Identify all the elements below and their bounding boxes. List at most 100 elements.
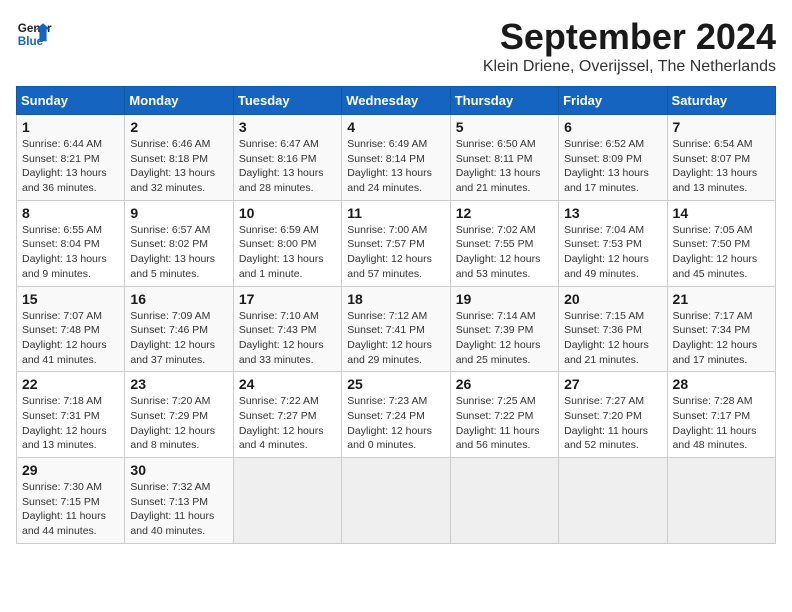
day-info: Sunrise: 6:59 AM Sunset: 8:00 PM Dayligh… [239, 223, 336, 282]
table-row: 7 Sunrise: 6:54 AM Sunset: 8:07 PM Daylig… [667, 115, 775, 201]
calendar-subtitle: Klein Driene, Overijssel, The Netherland… [483, 58, 776, 76]
table-row [233, 458, 341, 544]
day-number: 2 [130, 119, 227, 135]
day-info: Sunrise: 6:47 AM Sunset: 8:16 PM Dayligh… [239, 137, 336, 196]
table-row: 20 Sunrise: 7:15 AM Sunset: 7:36 PM Dayli… [559, 286, 667, 372]
table-row: 6 Sunrise: 6:52 AM Sunset: 8:09 PM Daylig… [559, 115, 667, 201]
day-number: 7 [673, 119, 770, 135]
day-number: 16 [130, 291, 227, 307]
day-info: Sunrise: 6:44 AM Sunset: 8:21 PM Dayligh… [22, 137, 119, 196]
day-number: 1 [22, 119, 119, 135]
calendar-title: September 2024 [483, 16, 776, 58]
table-row: 24Sunrise: 7:22 AM Sunset: 7:27 PM Dayli… [233, 372, 341, 458]
table-row: 16 Sunrise: 7:09 AM Sunset: 7:46 PM Dayli… [125, 286, 233, 372]
header-thursday: Thursday [450, 87, 558, 115]
table-row [450, 458, 558, 544]
day-number: 20 [564, 291, 661, 307]
table-row: 27 Sunrise: 7:27 AM Sunset: 7:20 PM Dayli… [559, 372, 667, 458]
day-info: Sunrise: 7:30 AM Sunset: 7:15 PM Dayligh… [22, 480, 119, 539]
table-row: 29 Sunrise: 7:30 AM Sunset: 7:15 PM Dayli… [17, 458, 125, 544]
table-row: 26 Sunrise: 7:25 AM Sunset: 7:22 PM Dayli… [450, 372, 558, 458]
day-info: Sunrise: 7:09 AM Sunset: 7:46 PM Dayligh… [130, 309, 227, 368]
table-row: 9 Sunrise: 6:57 AM Sunset: 8:02 PM Daylig… [125, 200, 233, 286]
table-row: 5 Sunrise: 6:50 AM Sunset: 8:11 PM Daylig… [450, 115, 558, 201]
table-row: 4Sunrise: 6:49 AM Sunset: 8:14 PM Daylig… [342, 115, 450, 201]
table-row: 23Sunrise: 7:20 AM Sunset: 7:29 PM Dayli… [125, 372, 233, 458]
day-number: 9 [130, 205, 227, 221]
day-info: Sunrise: 7:27 AM Sunset: 7:20 PM Dayligh… [564, 394, 661, 453]
day-number: 22 [22, 376, 119, 392]
day-info: Sunrise: 7:18 AM Sunset: 7:31 PM Dayligh… [22, 394, 119, 453]
table-row: 13 Sunrise: 7:04 AM Sunset: 7:53 PM Dayli… [559, 200, 667, 286]
day-number: 11 [347, 205, 444, 221]
day-number: 25 [347, 376, 444, 392]
day-number: 6 [564, 119, 661, 135]
day-info: Sunrise: 6:52 AM Sunset: 8:09 PM Dayligh… [564, 137, 661, 196]
header: General Blue September 2024 Klein Driene… [16, 16, 776, 76]
table-row: 15 Sunrise: 7:07 AM Sunset: 7:48 PM Dayli… [17, 286, 125, 372]
table-row: 1 Sunrise: 6:44 AM Sunset: 8:21 PM Daylig… [17, 115, 125, 201]
table-row: 2 Sunrise: 6:46 AM Sunset: 8:18 PM Daylig… [125, 115, 233, 201]
day-info: Sunrise: 6:57 AM Sunset: 8:02 PM Dayligh… [130, 223, 227, 282]
day-number: 14 [673, 205, 770, 221]
day-number: 13 [564, 205, 661, 221]
header-saturday: Saturday [667, 87, 775, 115]
table-row: 12 Sunrise: 7:02 AM Sunset: 7:55 PM Dayli… [450, 200, 558, 286]
day-info: Sunrise: 6:46 AM Sunset: 8:18 PM Dayligh… [130, 137, 227, 196]
day-info: Sunrise: 6:54 AM Sunset: 8:07 PM Dayligh… [673, 137, 770, 196]
table-row: 14 Sunrise: 7:05 AM Sunset: 7:50 PM Dayli… [667, 200, 775, 286]
day-number: 30 [130, 462, 227, 478]
header-sunday: Sunday [17, 87, 125, 115]
table-row [667, 458, 775, 544]
day-number: 27 [564, 376, 661, 392]
day-info: Sunrise: 7:05 AM Sunset: 7:50 PM Dayligh… [673, 223, 770, 282]
table-row: 11 Sunrise: 7:00 AM Sunset: 7:57 PM Dayli… [342, 200, 450, 286]
day-number: 19 [456, 291, 553, 307]
day-number: 26 [456, 376, 553, 392]
header-friday: Friday [559, 87, 667, 115]
calendar-body: 1 Sunrise: 6:44 AM Sunset: 8:21 PM Daylig… [17, 115, 776, 544]
day-info: Sunrise: 7:07 AM Sunset: 7:48 PM Dayligh… [22, 309, 119, 368]
day-info: Sunrise: 7:17 AM Sunset: 7:34 PM Dayligh… [673, 309, 770, 368]
calendar-table: Sunday Monday Tuesday Wednesday Thursday… [16, 86, 776, 544]
day-info: Sunrise: 7:15 AM Sunset: 7:36 PM Dayligh… [564, 309, 661, 368]
day-info: Sunrise: 6:50 AM Sunset: 8:11 PM Dayligh… [456, 137, 553, 196]
table-row: 30Sunrise: 7:32 AM Sunset: 7:13 PM Dayli… [125, 458, 233, 544]
header-wednesday: Wednesday [342, 87, 450, 115]
day-info: Sunrise: 7:10 AM Sunset: 7:43 PM Dayligh… [239, 309, 336, 368]
day-number: 21 [673, 291, 770, 307]
table-row: 25 Sunrise: 7:23 AM Sunset: 7:24 PM Dayli… [342, 372, 450, 458]
logo-icon: General Blue [16, 16, 52, 52]
table-row: 19Sunrise: 7:14 AM Sunset: 7:39 PM Dayli… [450, 286, 558, 372]
table-row [559, 458, 667, 544]
calendar-header: Sunday Monday Tuesday Wednesday Thursday… [17, 87, 776, 115]
title-area: September 2024 Klein Driene, Overijssel,… [483, 16, 776, 76]
table-row: 18Sunrise: 7:12 AM Sunset: 7:41 PM Dayli… [342, 286, 450, 372]
day-number: 28 [673, 376, 770, 392]
table-row: 22 Sunrise: 7:18 AM Sunset: 7:31 PM Dayli… [17, 372, 125, 458]
day-number: 8 [22, 205, 119, 221]
day-number: 3 [239, 119, 336, 135]
day-number: 18 [347, 291, 444, 307]
day-info: Sunrise: 7:23 AM Sunset: 7:24 PM Dayligh… [347, 394, 444, 453]
header-monday: Monday [125, 87, 233, 115]
day-number: 29 [22, 462, 119, 478]
day-info: Sunrise: 7:00 AM Sunset: 7:57 PM Dayligh… [347, 223, 444, 282]
table-row: 8Sunrise: 6:55 AM Sunset: 8:04 PM Daylig… [17, 200, 125, 286]
day-info: Sunrise: 7:28 AM Sunset: 7:17 PM Dayligh… [673, 394, 770, 453]
day-info: Sunrise: 7:04 AM Sunset: 7:53 PM Dayligh… [564, 223, 661, 282]
day-info: Sunrise: 7:02 AM Sunset: 7:55 PM Dayligh… [456, 223, 553, 282]
table-row [342, 458, 450, 544]
day-number: 12 [456, 205, 553, 221]
day-number: 10 [239, 205, 336, 221]
day-number: 23 [130, 376, 227, 392]
header-tuesday: Tuesday [233, 87, 341, 115]
table-row: 3 Sunrise: 6:47 AM Sunset: 8:16 PM Daylig… [233, 115, 341, 201]
day-number: 17 [239, 291, 336, 307]
day-number: 4 [347, 119, 444, 135]
day-number: 5 [456, 119, 553, 135]
logo: General Blue [16, 16, 52, 52]
day-number: 15 [22, 291, 119, 307]
day-info: Sunrise: 7:25 AM Sunset: 7:22 PM Dayligh… [456, 394, 553, 453]
day-info: Sunrise: 7:22 AM Sunset: 7:27 PM Dayligh… [239, 394, 336, 453]
